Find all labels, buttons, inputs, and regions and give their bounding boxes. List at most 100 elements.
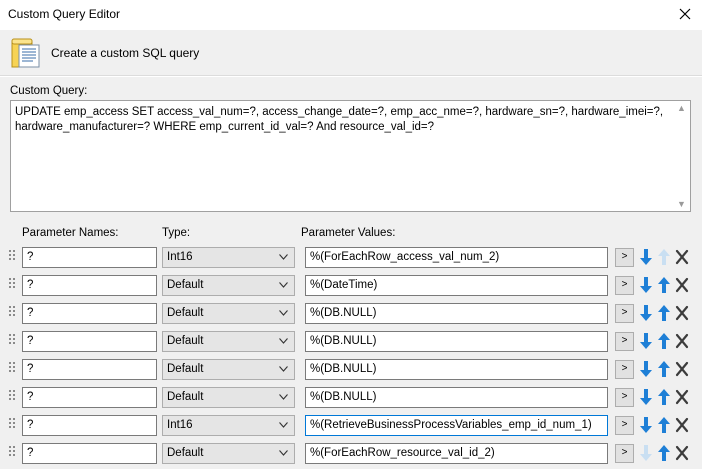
parameter-type-select[interactable]: Int16 — [162, 415, 295, 436]
drag-handle-icon[interactable] — [9, 418, 17, 432]
delete-x-icon[interactable] — [675, 249, 689, 265]
custom-query-text[interactable]: UPDATE emp_access SET access_val_num=?, … — [15, 105, 665, 135]
custom-query-textarea[interactable]: UPDATE emp_access SET access_val_num=?, … — [10, 100, 691, 212]
chevron-down-icon — [279, 310, 288, 316]
parameter-type-select[interactable]: Default — [162, 303, 295, 324]
type-header: Type: — [162, 227, 191, 239]
drag-handle-icon[interactable] — [9, 390, 17, 404]
parameter-type-select[interactable]: Default — [162, 359, 295, 380]
parameter-type-select[interactable]: Default — [162, 443, 295, 464]
arrow-up-icon[interactable] — [657, 248, 671, 266]
parameter-value-input[interactable]: %(RetrieveBusinessProcessVariables_emp_i… — [305, 415, 608, 436]
delete-x-icon[interactable] — [675, 277, 689, 293]
scroll-down-icon[interactable]: ▼ — [677, 199, 686, 209]
arrow-up-icon[interactable] — [657, 388, 671, 406]
delete-x-icon[interactable] — [675, 333, 689, 349]
parameter-value-picker-button[interactable]: > — [615, 332, 634, 351]
parameter-value-input[interactable]: %(DB.NULL) — [305, 303, 608, 324]
parameter-row: ? Int16 %(RetrieveBusinessProcessVariabl… — [0, 415, 702, 437]
chevron-down-icon — [279, 254, 288, 260]
drag-handle-icon[interactable] — [9, 250, 17, 264]
parameter-name-input[interactable]: ? — [22, 247, 157, 268]
arrow-up-icon[interactable] — [657, 444, 671, 462]
drag-handle-icon[interactable] — [9, 334, 17, 348]
parameter-name-input[interactable]: ? — [22, 303, 157, 324]
parameter-value-picker-button[interactable]: > — [615, 444, 634, 463]
parameter-type-select[interactable]: Default — [162, 331, 295, 352]
arrow-up-icon[interactable] — [657, 416, 671, 434]
parameter-value-input[interactable]: %(DB.NULL) — [305, 387, 608, 408]
scroll-up-icon[interactable]: ▲ — [677, 103, 686, 113]
title-bar: Custom Query Editor — [0, 0, 702, 30]
parameter-row: ? Default %(DB.NULL) > — [0, 359, 702, 381]
parameter-value-picker-button[interactable]: > — [615, 304, 634, 323]
chevron-down-icon — [279, 338, 288, 344]
parameter-row: ? Default %(DateTime) > — [0, 275, 702, 297]
parameter-value-input[interactable]: %(ForEachRow_access_val_num_2) — [305, 247, 608, 268]
drag-handle-icon[interactable] — [9, 446, 17, 460]
close-icon[interactable] — [672, 2, 698, 26]
parameter-name-input[interactable]: ? — [22, 443, 157, 464]
arrow-down-icon[interactable] — [639, 332, 653, 350]
parameter-row: ? Int16 %(ForEachRow_access_val_num_2) > — [0, 247, 702, 269]
parameter-value-input[interactable]: %(DateTime) — [305, 275, 608, 296]
banner-text: Create a custom SQL query — [51, 46, 200, 60]
query-scrollbar[interactable]: ▲ ▼ — [673, 101, 690, 211]
delete-x-icon[interactable] — [675, 305, 689, 321]
parameter-type-value: Default — [167, 363, 204, 375]
parameter-value-input[interactable]: %(DB.NULL) — [305, 359, 608, 380]
editor-panel: Custom Query: UPDATE emp_access SET acce… — [0, 77, 702, 469]
parameter-name-input[interactable]: ? — [22, 387, 157, 408]
delete-x-icon[interactable] — [675, 361, 689, 377]
arrow-up-icon[interactable] — [657, 360, 671, 378]
custom-query-label: Custom Query: — [10, 85, 88, 97]
arrow-down-icon[interactable] — [639, 388, 653, 406]
parameter-value-picker-button[interactable]: > — [615, 248, 634, 267]
parameter-values-header: Parameter Values: — [301, 227, 396, 239]
parameter-row: ? Default %(DB.NULL) > — [0, 331, 702, 353]
window-title: Custom Query Editor — [8, 7, 121, 21]
arrow-up-icon[interactable] — [657, 332, 671, 350]
parameter-type-value: Default — [167, 391, 204, 403]
parameter-type-select[interactable]: Int16 — [162, 247, 295, 268]
drag-handle-icon[interactable] — [9, 362, 17, 376]
chevron-down-icon — [279, 422, 288, 428]
drag-handle-icon[interactable] — [9, 278, 17, 292]
parameter-value-picker-button[interactable]: > — [615, 416, 634, 435]
database-script-icon — [9, 36, 43, 70]
drag-handle-icon[interactable] — [9, 306, 17, 320]
arrow-down-icon[interactable] — [639, 416, 653, 434]
delete-x-icon[interactable] — [675, 389, 689, 405]
parameter-name-input[interactable]: ? — [22, 331, 157, 352]
parameter-row: ? Default %(ForEachRow_resource_val_id_2… — [0, 443, 702, 465]
parameter-value-picker-button[interactable]: > — [615, 276, 634, 295]
chevron-down-icon — [279, 450, 288, 456]
parameter-type-value: Default — [167, 447, 204, 459]
parameter-names-header: Parameter Names: — [22, 227, 119, 239]
chevron-down-icon — [279, 366, 288, 372]
parameter-name-input[interactable]: ? — [22, 275, 157, 296]
parameter-value-input[interactable]: %(ForEachRow_resource_val_id_2) — [305, 443, 608, 464]
arrow-down-icon[interactable] — [639, 360, 653, 378]
parameter-value-picker-button[interactable]: > — [615, 388, 634, 407]
arrow-up-icon[interactable] — [657, 304, 671, 322]
parameter-value-input[interactable]: %(DB.NULL) — [305, 331, 608, 352]
arrow-up-icon[interactable] — [657, 276, 671, 294]
parameter-name-input[interactable]: ? — [22, 359, 157, 380]
chevron-down-icon — [279, 282, 288, 288]
arrow-down-icon[interactable] — [639, 248, 653, 266]
parameter-type-select[interactable]: Default — [162, 275, 295, 296]
arrow-down-icon[interactable] — [639, 276, 653, 294]
parameter-row: ? Default %(DB.NULL) > — [0, 303, 702, 325]
arrow-down-icon[interactable] — [639, 304, 653, 322]
parameter-type-value: Int16 — [167, 419, 193, 431]
arrow-down-icon[interactable] — [639, 444, 653, 462]
parameter-type-select[interactable]: Default — [162, 387, 295, 408]
parameter-type-value: Int16 — [167, 251, 193, 263]
parameter-name-input[interactable]: ? — [22, 415, 157, 436]
delete-x-icon[interactable] — [675, 417, 689, 433]
chevron-down-icon — [279, 394, 288, 400]
delete-x-icon[interactable] — [675, 445, 689, 461]
header-banner: Create a custom SQL query — [0, 30, 702, 76]
parameter-value-picker-button[interactable]: > — [615, 360, 634, 379]
